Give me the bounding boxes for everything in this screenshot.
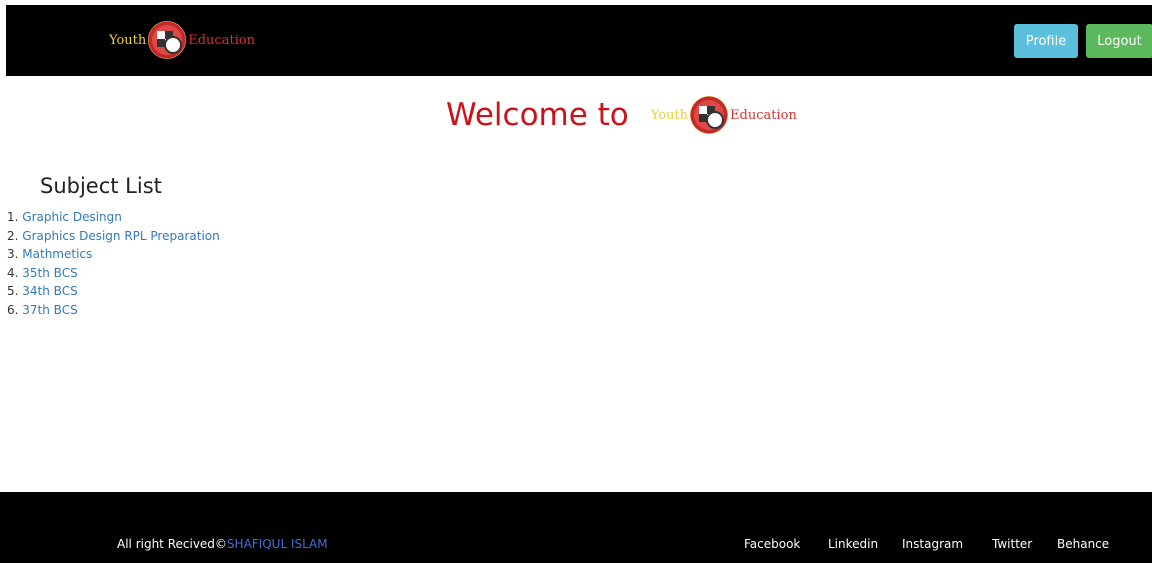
- list-item: 1. Graphic Desingn: [7, 208, 220, 227]
- list-item: 4. 35th BCS: [7, 264, 220, 283]
- list-item: 6. 37th BCS: [7, 301, 220, 320]
- subject-link[interactable]: Graphics Design RPL Preparation: [22, 229, 219, 243]
- logo-word-youth: Youth: [650, 107, 689, 123]
- welcome-heading: Welcome to Youth Education: [446, 96, 797, 134]
- copyright-symbol: ©: [214, 537, 227, 551]
- welcome-logo: Youth Education: [651, 96, 797, 134]
- logo-word-education: Education: [730, 107, 797, 123]
- logout-button[interactable]: Logout: [1086, 24, 1152, 58]
- welcome-text: Welcome to: [446, 97, 629, 133]
- logo-emblem-icon: [148, 21, 187, 59]
- copyright-text: All right Recived: [117, 537, 215, 551]
- author-name: SHAFIQUL ISLAM: [226, 537, 328, 551]
- behance-link[interactable]: Behance: [1057, 537, 1109, 551]
- linkedin-link[interactable]: Linkedin: [828, 537, 878, 551]
- list-number: 5.: [7, 284, 19, 299]
- profile-button[interactable]: Profile: [1014, 24, 1078, 58]
- instagram-link[interactable]: Instagram: [902, 537, 963, 551]
- subject-list: 1. Graphic Desingn 2. Graphics Design RP…: [7, 208, 220, 320]
- list-item: 3. Mathmetics: [7, 245, 220, 264]
- list-number: 6.: [7, 302, 19, 317]
- copyright-notice: All right Recived©SHAFIQUL ISLAM: [117, 537, 328, 551]
- logo-emblem-icon: [690, 96, 729, 134]
- list-number: 3.: [7, 247, 19, 262]
- list-item: 2. Graphics Design RPL Preparation: [7, 227, 220, 246]
- facebook-link[interactable]: Facebook: [744, 537, 800, 551]
- subject-link[interactable]: 35th BCS: [22, 266, 77, 280]
- twitter-link[interactable]: Twitter: [992, 537, 1032, 551]
- subject-link[interactable]: Graphic Desingn: [22, 210, 122, 224]
- subject-link[interactable]: 37th BCS: [22, 303, 77, 317]
- site-footer: All right Recived©SHAFIQUL ISLAM Faceboo…: [0, 492, 1152, 563]
- list-number: 4.: [7, 265, 19, 280]
- subject-link[interactable]: Mathmetics: [22, 247, 92, 261]
- list-number: 2.: [7, 228, 19, 243]
- list-number: 1.: [7, 210, 19, 224]
- list-item: 5. 34th BCS: [7, 282, 220, 301]
- logo-word-youth: Youth: [109, 32, 147, 48]
- subject-list-title: Subject List: [40, 174, 162, 198]
- site-logo[interactable]: Youth Education: [109, 21, 255, 59]
- subject-link[interactable]: 34th BCS: [22, 284, 77, 298]
- logo-word-education: Education: [188, 32, 256, 48]
- top-navbar: Youth Education Profile Logout: [6, 5, 1152, 76]
